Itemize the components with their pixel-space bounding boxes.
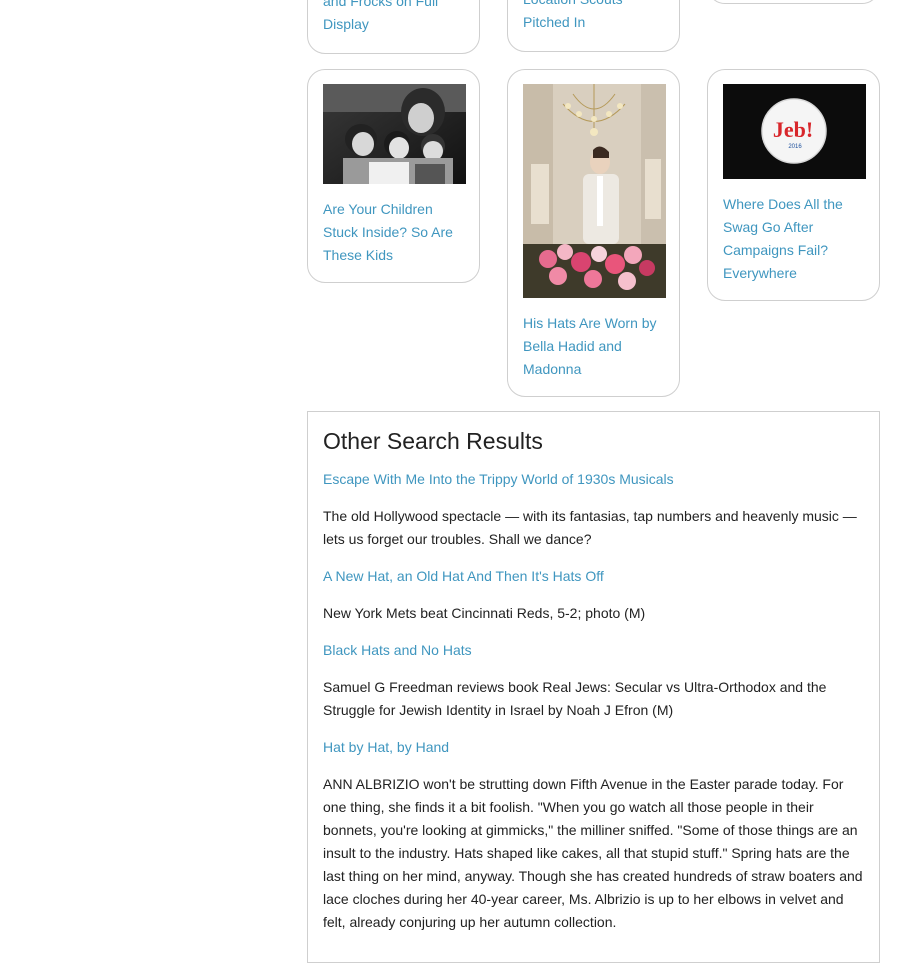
search-result-link[interactable]: A New Hat, an Old Hat And Then It's Hats… <box>323 565 864 588</box>
article-card-jeb[interactable]: Jeb! 2016 Where Does All the Swag Go Aft… <box>707 69 880 301</box>
article-thumbnail[interactable]: Jeb! 2016 <box>723 84 866 179</box>
article-card-title[interactable]: His Hats Are Worn by Bella Hadid and Mad… <box>523 312 665 381</box>
article-thumbnail[interactable] <box>323 84 466 184</box>
article-card-title[interactable]: and Frocks on Full Display <box>323 0 466 36</box>
article-card[interactable]: and Frocks on Full Display <box>307 0 480 54</box>
search-result-summary: ANN ALBRIZIO won't be strutting down Fif… <box>323 776 863 930</box>
search-result-summary: The old Hollywood spectacle — with its f… <box>323 508 857 547</box>
article-card-title[interactable]: Location Scouts Pitched In <box>523 0 666 34</box>
jeb-button-year: 2016 <box>788 144 802 150</box>
article-card-kids[interactable]: Are Your Children Stuck Inside? So Are T… <box>307 69 480 283</box>
search-result-link[interactable]: Escape With Me Into the Trippy World of … <box>323 468 864 491</box>
search-result-summary: New York Mets beat Cincinnati Reds, 5-2;… <box>323 605 646 621</box>
article-card-hats[interactable]: His Hats Are Worn by Bella Hadid and Mad… <box>507 69 680 397</box>
jeb-button-text: Jeb! <box>773 117 813 142</box>
search-result-link[interactable]: Black Hats and No Hats <box>323 639 864 662</box>
search-result-summary: Samuel G Freedman reviews book Real Jews… <box>323 679 827 718</box>
other-search-results-heading: Other Search Results <box>323 428 543 454</box>
article-card[interactable]: Location Scouts Pitched In <box>507 0 680 52</box>
article-card-title[interactable]: Are Your Children Stuck Inside? So Are T… <box>323 198 465 267</box>
other-search-results: Other Search Results Escape With Me Into… <box>307 411 880 963</box>
article-thumbnail[interactable] <box>523 84 666 298</box>
article-card[interactable] <box>707 0 880 4</box>
article-card-title[interactable]: Where Does All the Swag Go After Campaig… <box>723 193 865 285</box>
search-result-link[interactable]: Hat by Hat, by Hand <box>323 736 864 759</box>
